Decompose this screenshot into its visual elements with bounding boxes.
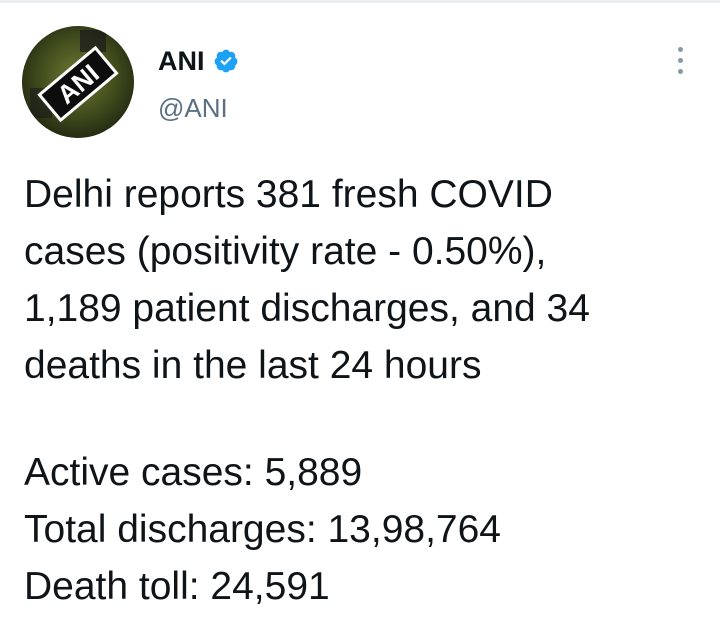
author-handle[interactable]: @ANI <box>158 92 228 124</box>
verified-badge-icon <box>214 49 237 73</box>
ani-logo-icon: ANI <box>22 26 134 138</box>
more-options-icon[interactable] <box>664 42 696 78</box>
total-discharges-line: Total discharges: 13,98,764 <box>24 508 501 551</box>
avatar[interactable]: ANI <box>22 26 134 138</box>
tweet-text-line: deaths in the last 24 hours <box>24 344 482 387</box>
author-display-name[interactable]: ANI <box>158 44 205 78</box>
more-dot <box>677 68 683 74</box>
active-cases-line: Active cases: 5,889 <box>24 451 363 494</box>
tweet-text-line: Delhi reports 381 fresh COVID <box>24 173 553 216</box>
tweet-text: Delhi reports 381 fresh COVID cases (pos… <box>24 166 704 394</box>
author-name-row: ANI <box>158 44 239 78</box>
tweet-text-line: cases (positivity rate - 0.50%), <box>24 230 547 273</box>
death-toll-line: Death toll: 24,591 <box>24 565 330 608</box>
more-dot <box>677 57 683 63</box>
tweet-stats: Active cases: 5,889 Total discharges: 13… <box>24 444 704 615</box>
tweet-card: ANI ANI @ANI Delhi reports 381 fresh COV… <box>0 0 720 638</box>
more-dot <box>677 46 683 52</box>
tweet-text-line: 1,189 patient discharges, and 34 <box>24 287 590 330</box>
